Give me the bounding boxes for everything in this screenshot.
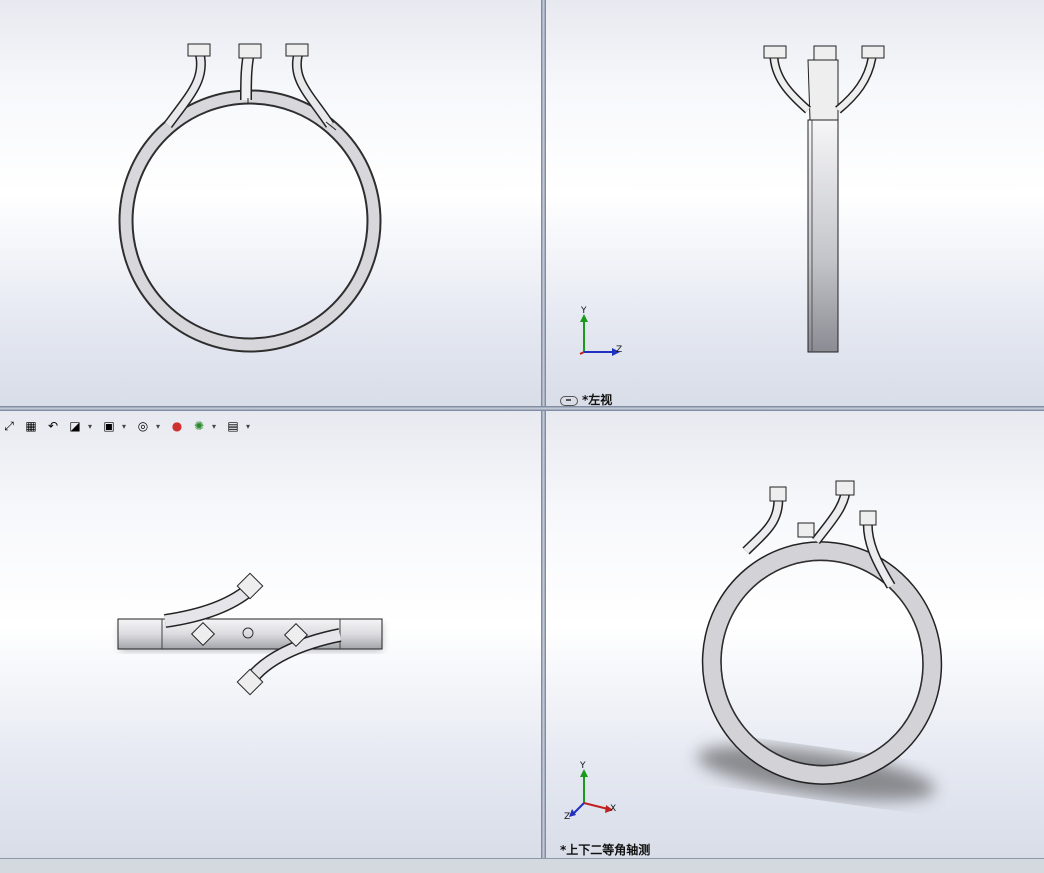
- axis-x-label: X: [610, 804, 617, 814]
- axis-z-label: Z: [564, 812, 571, 822]
- viewport-splitter-vertical[interactable]: [541, 0, 546, 858]
- link-views-icon[interactable]: [560, 395, 578, 406]
- view-name: *左视: [582, 393, 613, 406]
- top-viewport[interactable]: ⤢ ▦ ↶ ◪ ▾ ▣ ▾ ◎ ▾ ● ✺ ▾ ▤ ▾: [0, 411, 541, 858]
- axis-y-label: Y: [581, 306, 587, 316]
- ring-front-view: [118, 43, 382, 353]
- view-label-left: *左视: [560, 391, 612, 406]
- view-name: *上下二等角轴测: [560, 843, 651, 857]
- axis-y-label: Y: [580, 761, 586, 771]
- isometric-viewport[interactable]: Y X Z *上下二等角轴测: [546, 411, 1044, 858]
- front-viewport[interactable]: [0, 0, 541, 406]
- axis-z-label: Z: [616, 345, 623, 355]
- graphics-area[interactable]: Y Z *左视 ⤢ ▦ ↶ ◪ ▾ ▣ ▾ ◎ ▾ ● ✺ ▾ ▤ ▾ Y X …: [0, 0, 1044, 873]
- status-bar: [0, 858, 1044, 873]
- left-viewport[interactable]: Y Z *左视: [546, 0, 1044, 406]
- viewport-splitter-horizontal[interactable]: [0, 406, 1044, 411]
- view-label-iso: *上下二等角轴测: [560, 841, 650, 858]
- axis-triad-iso: [569, 769, 613, 817]
- ring-top-view: [117, 572, 383, 696]
